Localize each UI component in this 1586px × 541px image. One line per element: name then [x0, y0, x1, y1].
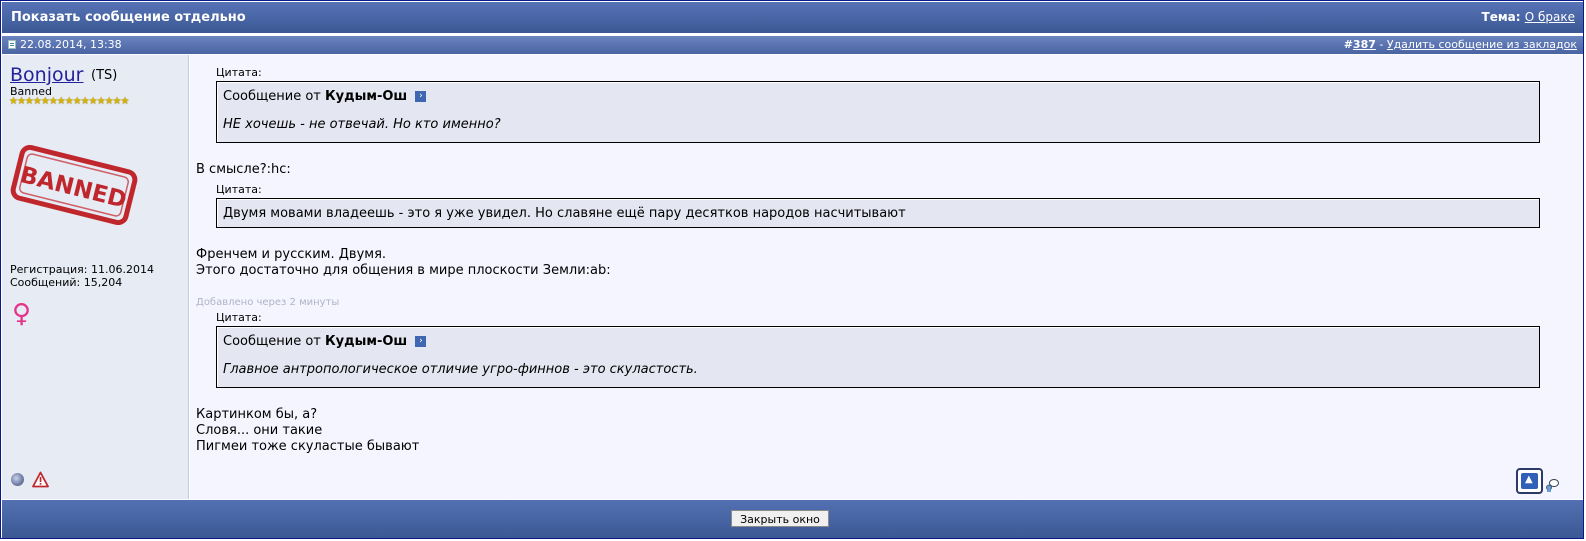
- post-bar: 22.08.2014, 13:38 #387 - Удалить сообщен…: [2, 36, 1583, 54]
- post-text-line: Френчем и русским. Двумя.: [196, 247, 387, 262]
- topic-starter-badge: (TS): [91, 68, 118, 83]
- quote-from-prefix: Сообщение от: [223, 89, 321, 104]
- thread-info: Тема: О браке: [1482, 10, 1575, 24]
- post-date-area: 22.08.2014, 13:38: [8, 38, 122, 51]
- window-footer: Закрыть окно: [2, 500, 1583, 538]
- post-content: Цитата: Сообщение от Кудым-Ош › НЕ хочеш…: [190, 55, 1583, 499]
- user-status-icon: [11, 473, 24, 486]
- quote-text: Двумя мовами владеешь - это я уже увидел…: [223, 206, 906, 221]
- window-title: Показать сообщение отдельно: [11, 10, 246, 25]
- banned-stamp-image: BANNED: [10, 145, 138, 225]
- post-text: В смысле?:hc:: [196, 162, 291, 177]
- quote-source: Сообщение от Кудым-Ош ›: [223, 89, 1533, 104]
- view-post-arrow-icon[interactable]: ›: [415, 336, 427, 347]
- post-text-line: Пигмеи тоже скуластые бывают: [196, 439, 420, 454]
- female-gender-icon: ♀: [12, 299, 32, 329]
- quote-text: НЕ хочешь - не отвечай. Но кто именно?: [223, 117, 501, 132]
- post-number-prefix: #: [1343, 38, 1353, 51]
- post-count: Сообщений: 15,204: [10, 276, 123, 289]
- author-sidebar: Bonjour (TS) Banned ★★★★★★★★★★★★★★★ BANN…: [2, 55, 189, 499]
- added-later-note: Добавлено через 2 минуты: [196, 297, 340, 308]
- up-arrow-icon: ▲: [1525, 474, 1533, 485]
- remove-bookmark-link[interactable]: Удалить сообщение из закладок: [1387, 38, 1577, 51]
- author-stats: Регистрация: 11.06.2014 Сообщений: 15,20…: [10, 263, 154, 289]
- post-icon: [8, 40, 16, 49]
- author-username[interactable]: Bonjour: [10, 64, 83, 86]
- quote-block: Двумя мовами владеешь - это я уже увидел…: [216, 198, 1540, 228]
- quote-block: Сообщение от Кудым-Ош › НЕ хочешь - не о…: [216, 81, 1540, 143]
- quote-block: Сообщение от Кудым-Ош › Главное антропол…: [216, 326, 1540, 388]
- post-text-line: Этого достаточно для общения в мире плос…: [196, 263, 611, 278]
- quote-author: Кудым-Ош: [325, 334, 408, 349]
- close-window-button[interactable]: Закрыть окно: [731, 510, 829, 527]
- quote-post-icon[interactable]: [1545, 478, 1559, 492]
- quote-label: Цитата:: [216, 66, 262, 79]
- quote-source: Сообщение от Кудым-Ош ›: [223, 334, 1533, 349]
- post-text-line: Словя... они такие: [196, 423, 323, 438]
- theme-label: Тема:: [1481, 10, 1521, 24]
- post-text: Френчем и русским. Двумя. Этого достаточ…: [196, 247, 611, 279]
- post-window: Показать сообщение отдельно Тема: О брак…: [0, 0, 1584, 539]
- quote-label: Цитата:: [216, 311, 262, 324]
- scroll-to-top-button[interactable]: ▲: [1516, 468, 1543, 494]
- quote-author: Кудым-Ош: [325, 89, 408, 104]
- quote-label: Цитата:: [216, 183, 262, 196]
- post-actions: #387 - Удалить сообщение из закладок: [1344, 38, 1577, 51]
- window-header: Показать сообщение отдельно Тема: О брак…: [2, 2, 1583, 33]
- post-actions-separator: -: [1379, 38, 1384, 51]
- quote-from-prefix: Сообщение от: [223, 334, 321, 349]
- report-post-icon[interactable]: [32, 471, 49, 488]
- theme-link[interactable]: О браке: [1525, 10, 1575, 24]
- post-text-line: Картинком бы, а?: [196, 407, 318, 422]
- post-date: 22.08.2014, 13:38: [20, 38, 122, 51]
- quote-text: Главное антропологическое отличие угро-ф…: [223, 362, 698, 377]
- view-post-arrow-icon[interactable]: ›: [415, 91, 427, 102]
- reputation-stars: ★★★★★★★★★★★★★★★: [9, 96, 129, 107]
- registration-date: Регистрация: 11.06.2014: [10, 263, 154, 276]
- post-number-link[interactable]: 387: [1353, 38, 1376, 51]
- post-text: Картинком бы, а? Словя... они такие Пигм…: [196, 407, 419, 455]
